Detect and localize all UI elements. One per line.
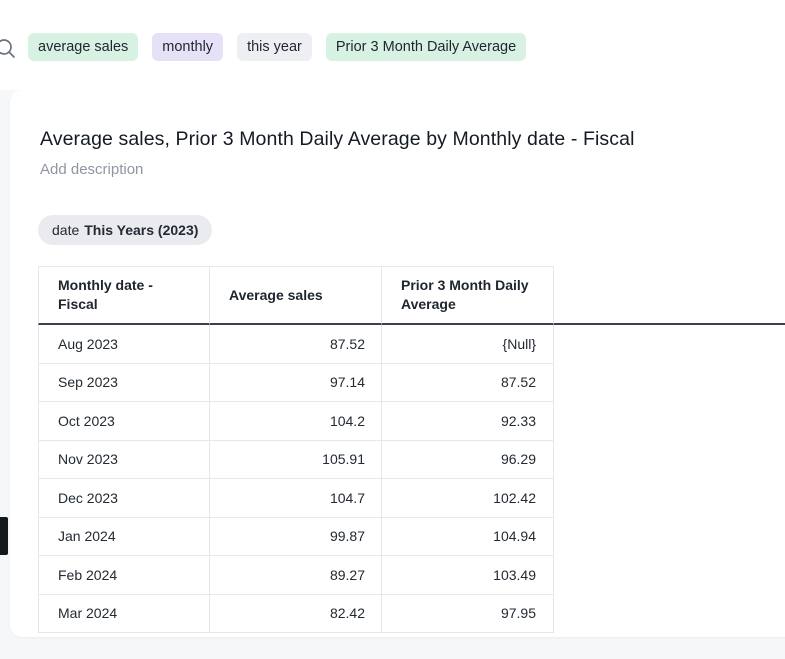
value-cell: 97.95 <box>382 595 554 634</box>
search-token-list: average sales monthly this year Prior 3 Mon… <box>28 33 526 61</box>
column-header-average-sales[interactable]: Average sales <box>210 266 382 325</box>
value-cell: {Null} <box>382 325 554 364</box>
filler-cell <box>554 595 785 634</box>
row-label-cell: Dec 2023 <box>38 479 210 518</box>
value-cell: 104.7 <box>210 479 382 518</box>
filter-label: date <box>52 222 79 238</box>
value-cell: 104.94 <box>382 518 554 557</box>
row-label-cell: Jan 2024 <box>38 518 210 557</box>
table-row[interactable]: Oct 2023104.292.33 <box>38 402 785 441</box>
search-bar[interactable]: average sales monthly this year Prior 3 Mon… <box>0 0 785 90</box>
filler-cell <box>554 325 785 364</box>
filler-cell <box>554 518 785 557</box>
value-cell: 97.14 <box>210 364 382 403</box>
value-cell: 87.52 <box>382 364 554 403</box>
value-cell: 82.42 <box>210 595 382 634</box>
column-header-prior-3-month[interactable]: Prior 3 Month Daily Average <box>382 266 554 325</box>
results-table: Monthly date - Fiscal Average sales Prio… <box>38 266 785 633</box>
filler-cell <box>554 556 785 595</box>
row-label-cell: Feb 2024 <box>38 556 210 595</box>
value-cell: 89.27 <box>210 556 382 595</box>
value-cell: 103.49 <box>382 556 554 595</box>
row-label-cell: Nov 2023 <box>38 441 210 480</box>
answer-card: Average sales, Prior 3 Month Daily Avera… <box>10 90 785 637</box>
search-token[interactable]: average sales <box>28 33 138 61</box>
filter-value: This Years (2023) <box>84 222 198 238</box>
value-cell: 96.29 <box>382 441 554 480</box>
row-label-cell: Oct 2023 <box>38 402 210 441</box>
table-row[interactable]: Mar 202482.4297.95 <box>38 595 785 634</box>
row-label-cell: Mar 2024 <box>38 595 210 634</box>
search-token[interactable]: monthly <box>152 33 223 61</box>
table-row[interactable]: Sep 202397.1487.52 <box>38 364 785 403</box>
value-cell: 87.52 <box>210 325 382 364</box>
search-token[interactable]: this year <box>237 33 312 61</box>
value-cell: 99.87 <box>210 518 382 557</box>
row-label-cell: Aug 2023 <box>38 325 210 364</box>
table-row[interactable]: Aug 202387.52{Null} <box>38 325 785 364</box>
left-edge-bar <box>0 517 8 555</box>
value-cell: 92.33 <box>382 402 554 441</box>
value-cell: 105.91 <box>210 441 382 480</box>
table-row[interactable]: Jan 202499.87104.94 <box>38 518 785 557</box>
value-cell: 104.2 <box>210 402 382 441</box>
search-token[interactable]: Prior 3 Month Daily Average <box>326 33 526 61</box>
filler-cell <box>554 479 785 518</box>
search-icon[interactable] <box>0 36 19 67</box>
table-header-row: Monthly date - Fiscal Average sales Prio… <box>38 266 785 325</box>
value-cell: 102.42 <box>382 479 554 518</box>
table-row[interactable]: Feb 202489.27103.49 <box>38 556 785 595</box>
table-row[interactable]: Dec 2023104.7102.42 <box>38 479 785 518</box>
filler-cell <box>554 441 785 480</box>
add-description-placeholder[interactable]: Add description <box>40 161 779 178</box>
date-filter-chip[interactable]: date This Years (2023) <box>38 215 212 245</box>
table-body: Aug 202387.52{Null}Sep 202397.1487.52Oct… <box>38 325 785 633</box>
filler-cell <box>554 364 785 403</box>
row-label-cell: Sep 2023 <box>38 364 210 403</box>
filler-cell <box>554 402 785 441</box>
table-row[interactable]: Nov 2023105.9196.29 <box>38 441 785 480</box>
column-header-monthly-date[interactable]: Monthly date - Fiscal <box>38 266 210 325</box>
answer-title: Average sales, Prior 3 Month Daily Avera… <box>40 128 779 151</box>
column-header-filler <box>554 266 785 325</box>
